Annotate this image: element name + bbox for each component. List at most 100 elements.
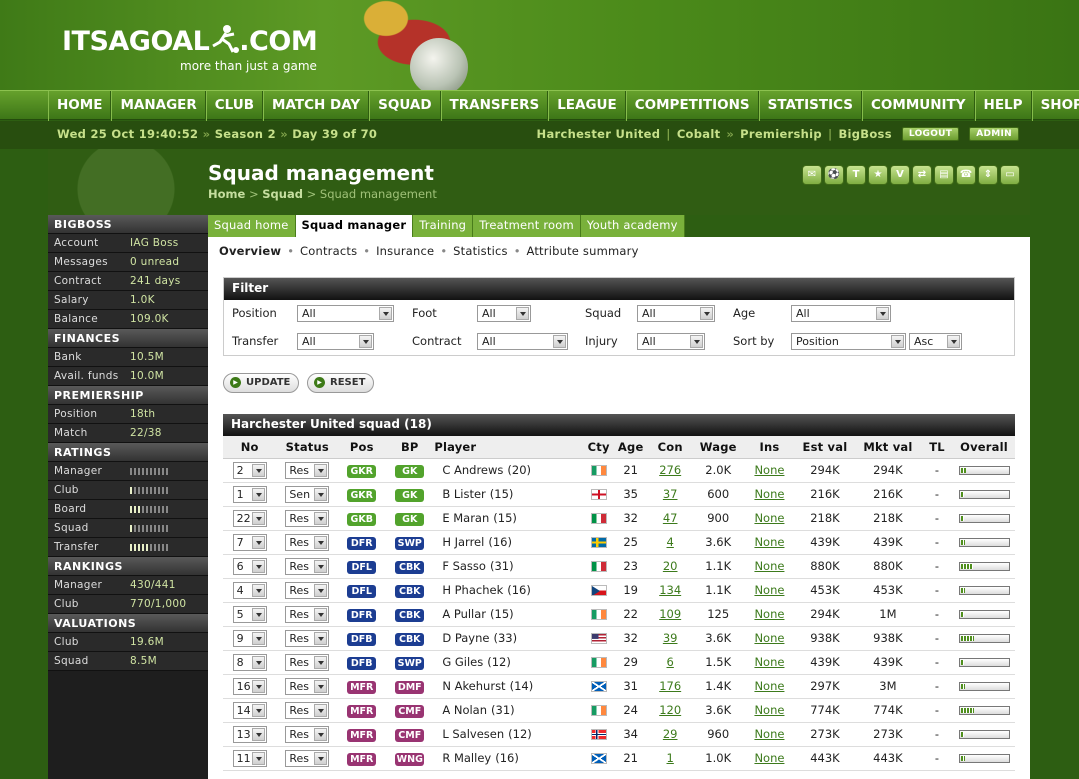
shirt-number-select[interactable]: 1	[232, 485, 267, 503]
sidebar-value[interactable]: 241 days	[130, 272, 181, 290]
player-name-link[interactable]: A Nolan	[442, 703, 487, 717]
status-select[interactable]: Res	[285, 461, 330, 479]
status-select[interactable]: Res	[285, 509, 330, 527]
sidebar-value[interactable]: 770/1,000	[130, 595, 186, 613]
col-ins[interactable]: Ins	[743, 436, 796, 459]
player-name-link[interactable]: G Giles	[442, 655, 483, 669]
sidebar-value[interactable]: 8.5M	[130, 652, 157, 670]
status-select[interactable]: Res	[285, 605, 330, 623]
col-age[interactable]: Age	[613, 436, 648, 459]
contract-link[interactable]: 176	[659, 679, 681, 693]
contract-link[interactable]: 109	[659, 607, 681, 621]
nav-transfers[interactable]: TRANSFERS	[440, 91, 549, 121]
subnav-statistics[interactable]: Statistics	[453, 244, 508, 258]
ball-icon[interactable]: ⚽	[824, 165, 844, 185]
star-icon[interactable]: ★	[868, 165, 888, 185]
shirt-number-select[interactable]: 22	[232, 509, 267, 527]
col-overall[interactable]: Overall	[953, 436, 1015, 459]
arrows-icon[interactable]: ⇕	[978, 165, 998, 185]
transfer-select[interactable]: All	[297, 333, 374, 350]
sidebar-value[interactable]: 10.0M	[130, 367, 164, 385]
breadcrumb-squad[interactable]: Squad	[262, 187, 303, 201]
player-name-link[interactable]: N Akehurst	[442, 679, 505, 693]
status-select[interactable]: Res	[285, 557, 330, 575]
shirt-icon[interactable]: T	[846, 165, 866, 185]
contract-link[interactable]: 39	[663, 631, 678, 645]
col-cty[interactable]: Cty	[583, 436, 614, 459]
contract-link[interactable]: 120	[659, 703, 681, 717]
status-select[interactable]: Res	[285, 653, 330, 671]
col-status[interactable]: Status	[276, 436, 339, 459]
insurance-link[interactable]: None	[754, 631, 784, 645]
nav-match-day[interactable]: MATCH DAY	[263, 91, 370, 121]
nav-statistics[interactable]: STATISTICS	[758, 91, 862, 121]
envelope-icon[interactable]: ✉	[802, 165, 822, 185]
col-player[interactable]: Player	[434, 436, 584, 459]
insurance-link[interactable]: None	[754, 511, 784, 525]
sidebar-value[interactable]: 18th	[130, 405, 155, 423]
player-name-link[interactable]: R Malley	[442, 751, 491, 765]
contract-link[interactable]: 37	[663, 487, 678, 501]
sidebar-value[interactable]: 22/38	[130, 424, 162, 442]
status-select[interactable]: Res	[285, 677, 330, 695]
col-mkt-val[interactable]: Mkt val	[854, 436, 921, 459]
update-button[interactable]: UPDATE	[223, 373, 300, 393]
breadcrumb-home[interactable]: Home	[208, 187, 245, 201]
col-con[interactable]: Con	[647, 436, 693, 459]
contract-select[interactable]: All	[477, 333, 568, 350]
subnav-overview[interactable]: Overview	[219, 244, 281, 258]
insurance-link[interactable]: None	[754, 679, 784, 693]
contract-link[interactable]: 4	[667, 535, 674, 549]
shirt-number-select[interactable]: 4	[232, 581, 267, 599]
player-name-link[interactable]: C Andrews	[442, 463, 503, 477]
user-link[interactable]: BigBoss	[838, 127, 891, 141]
insurance-link[interactable]: None	[754, 727, 784, 741]
tab-training[interactable]: Training	[413, 215, 474, 237]
col-pos[interactable]: Pos	[338, 436, 386, 459]
sidebar-value[interactable]: 0 unread	[130, 253, 179, 271]
club-link[interactable]: Harchester United	[537, 127, 661, 141]
shirt-number-select[interactable]: 11	[232, 749, 267, 767]
injury-select[interactable]: All	[637, 333, 705, 350]
nav-squad[interactable]: SQUAD	[369, 91, 441, 121]
insurance-link[interactable]: None	[754, 703, 784, 717]
tab-squad-manager[interactable]: Squad manager	[295, 215, 414, 237]
contract-link[interactable]: 134	[659, 583, 681, 597]
col-bp[interactable]: BP	[385, 436, 435, 459]
nav-club[interactable]: CLUB	[205, 91, 264, 121]
tab-treatment-room[interactable]: Treatment room	[473, 215, 581, 237]
shirt-number-select[interactable]: 14	[232, 701, 267, 719]
insurance-link[interactable]: None	[754, 655, 784, 669]
contract-link[interactable]: 276	[659, 463, 681, 477]
contract-link[interactable]: 6	[667, 655, 674, 669]
logout-button[interactable]: LOGOUT	[901, 127, 960, 141]
squad-select[interactable]: All	[637, 305, 715, 322]
shirt-number-select[interactable]: 2	[232, 461, 267, 479]
status-select[interactable]: Res	[285, 749, 330, 767]
nav-manager[interactable]: MANAGER	[111, 91, 206, 121]
player-name-link[interactable]: D Payne	[442, 631, 489, 645]
league-link[interactable]: Premiership	[740, 127, 822, 141]
contract-link[interactable]: 29	[663, 727, 678, 741]
nav-shop[interactable]: SHOP	[1031, 91, 1079, 121]
player-name-link[interactable]: F Sasso	[442, 559, 486, 573]
sidebar-value[interactable]: 109.0K	[130, 310, 169, 328]
admin-button[interactable]: ADMIN	[969, 127, 1019, 141]
shirt-number-select[interactable]: 16	[232, 677, 267, 695]
insurance-link[interactable]: None	[754, 463, 784, 477]
shirt-number-select[interactable]: 9	[232, 629, 267, 647]
tab-squad-home[interactable]: Squad home	[208, 215, 296, 237]
col-est-val[interactable]: Est val	[795, 436, 855, 459]
sidebar-value[interactable]: IAG Boss	[130, 234, 179, 252]
player-name-link[interactable]: B Lister	[442, 487, 485, 501]
age-select[interactable]: All	[791, 305, 891, 322]
v-icon[interactable]: V	[890, 165, 910, 185]
insurance-link[interactable]: None	[754, 535, 784, 549]
col-wage[interactable]: Wage	[692, 436, 744, 459]
sort-order-select[interactable]: Asc	[909, 333, 962, 350]
col-tl[interactable]: TL	[921, 436, 954, 459]
player-name-link[interactable]: L Salvesen	[442, 727, 504, 741]
status-select[interactable]: Res	[285, 533, 330, 551]
foot-select[interactable]: All	[477, 305, 531, 322]
division-link[interactable]: Cobalt	[677, 127, 721, 141]
